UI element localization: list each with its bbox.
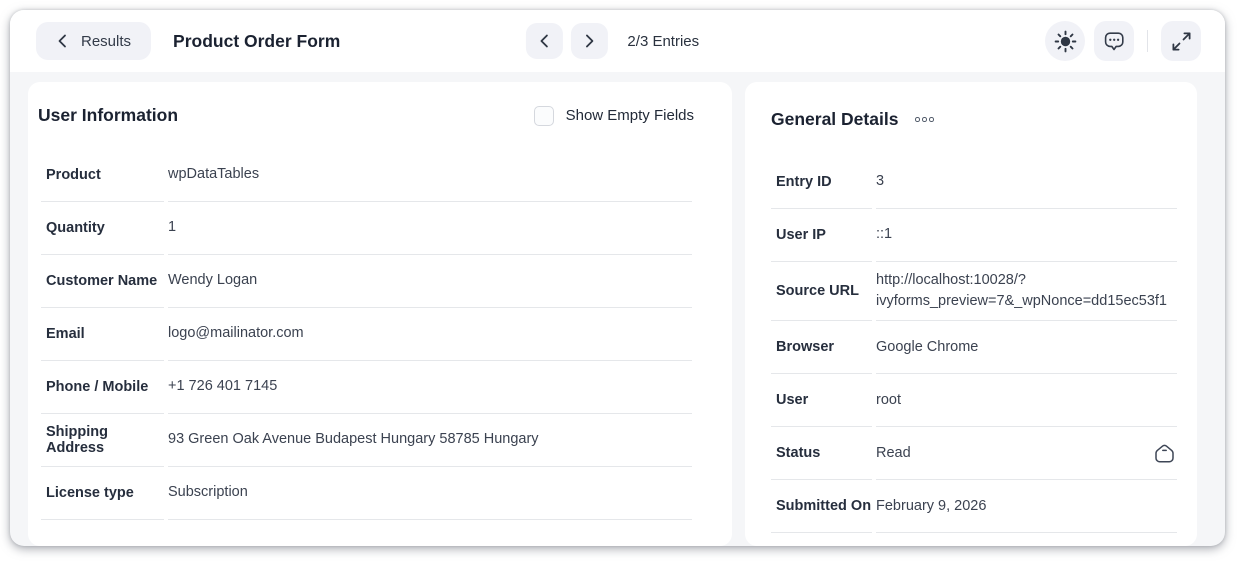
field-value: logo@mailinator.com xyxy=(168,325,304,342)
field-row: Product wpDataTables xyxy=(41,149,692,202)
user-information-rows: Product wpDataTables Quantity 1 Customer… xyxy=(28,149,732,520)
field-value-cell: Read xyxy=(876,427,1177,481)
previous-entry-button[interactable] xyxy=(525,23,563,59)
entries-counter: 2/3 Entries xyxy=(627,32,700,50)
toolbar-divider xyxy=(1147,30,1148,52)
field-row: Shipping Address 93 Green Oak Avenue Bud… xyxy=(41,414,692,467)
field-row: License type Subscription xyxy=(41,467,692,520)
field-row: Submitted On February 9, 2026 xyxy=(771,480,1177,534)
field-value-cell: 1 xyxy=(168,202,692,255)
field-value: 1 xyxy=(168,219,177,236)
top-bar: Results Product Order Form 2/3 Entries xyxy=(10,10,1225,72)
field-row: Phone / Mobile +1 726 401 7145 xyxy=(41,361,692,414)
field-label: User IP xyxy=(771,209,872,262)
back-to-results-button[interactable]: Results xyxy=(36,22,152,60)
field-value-cell: root xyxy=(876,374,1177,428)
general-details-rows: Entry ID 3 User IP::1 Source URL http:/… xyxy=(745,156,1197,534)
field-label: Email xyxy=(41,308,164,361)
general-details-title: General Details xyxy=(771,109,899,129)
field-label: Customer Name xyxy=(41,255,164,308)
field-value: root xyxy=(876,391,901,408)
field-value: 93 Green Oak Avenue Budapest Hungary 587… xyxy=(168,431,539,448)
field-value-cell: 93 Green Oak Avenue Budapest Hungary 587… xyxy=(168,414,692,467)
field-row: Entry ID 3 xyxy=(771,156,1177,209)
field-label: License type xyxy=(41,467,164,520)
show-empty-fields-toggle[interactable]: Show Empty Fields xyxy=(533,105,694,126)
field-label: Source URL xyxy=(771,262,872,322)
field-row: Browser Google Chrome xyxy=(771,321,1177,375)
field-label: Product xyxy=(41,149,164,202)
user-information-header: User Information Show Empty Fields xyxy=(28,82,732,132)
content-area: User Information Show Empty Fields Produ… xyxy=(10,72,1225,546)
field-value: 3 xyxy=(876,173,885,190)
field-value-cell: February 9, 2026 xyxy=(876,480,1177,534)
chevron-left-icon xyxy=(56,34,69,48)
field-row: Quantity 1 xyxy=(41,202,692,255)
back-button-label: Results xyxy=(81,32,132,50)
field-label: Entry ID xyxy=(771,156,872,209)
field-row: User IP ::1 xyxy=(771,209,1177,262)
chevron-left-icon xyxy=(537,34,550,48)
dots-menu-icon[interactable] xyxy=(913,115,936,124)
chevron-right-icon xyxy=(582,34,595,48)
field-label: Browser xyxy=(771,321,872,375)
field-value: wpDataTables xyxy=(168,166,260,183)
field-value-cell: Wendy Logan xyxy=(168,255,692,308)
user-information-title: User Information xyxy=(38,105,179,125)
field-value: Read xyxy=(876,444,911,461)
field-row: Source URL http://localhost:10028/?ivyfo… xyxy=(771,262,1177,322)
field-value-cell: wpDataTables xyxy=(168,149,692,202)
field-value-cell: +1 726 401 7145 xyxy=(168,361,692,414)
mail-open-icon[interactable] xyxy=(1152,441,1177,466)
field-value-cell: Google Chrome xyxy=(876,321,1177,375)
field-value: ::1 xyxy=(876,226,893,243)
field-value-cell: http://localhost:10028/?ivyforms_preview… xyxy=(876,262,1177,322)
user-information-panel: User Information Show Empty Fields Produ… xyxy=(28,82,732,546)
field-row: Customer Name Wendy Logan xyxy=(41,255,692,308)
field-label: Phone / Mobile xyxy=(41,361,164,414)
next-entry-button[interactable] xyxy=(570,23,608,59)
field-label: Status xyxy=(771,427,872,481)
entry-viewer-window: Results Product Order Form 2/3 Entries U… xyxy=(10,10,1225,546)
field-row: User root xyxy=(771,374,1177,428)
field-label: User xyxy=(771,374,872,428)
field-label: Submitted On xyxy=(771,480,872,534)
field-row: Status Read xyxy=(771,427,1177,481)
show-empty-fields-checkbox[interactable] xyxy=(533,105,554,126)
field-value-cell: logo@mailinator.com xyxy=(168,308,692,361)
general-details-header: General Details xyxy=(745,82,1197,136)
field-value-cell: ::1 xyxy=(876,209,1177,262)
page-title: Product Order Form xyxy=(173,30,341,51)
expand-arrows-icon xyxy=(1171,31,1192,52)
field-value-cell: 3 xyxy=(876,156,1177,209)
sun-icon xyxy=(1054,30,1077,53)
field-row: Email logo@mailinator.com xyxy=(41,308,692,361)
field-value: +1 726 401 7145 xyxy=(168,378,278,395)
entry-pagination: 2/3 Entries xyxy=(525,23,699,59)
general-details-panel: General Details Entry ID 3 User IP::1 S… xyxy=(745,82,1197,546)
field-value: Wendy Logan xyxy=(168,272,258,289)
field-value: February 9, 2026 xyxy=(876,497,987,514)
field-value: Subscription xyxy=(168,484,248,501)
field-value: Google Chrome xyxy=(876,338,979,355)
field-label: Shipping Address xyxy=(41,414,164,467)
show-empty-fields-label: Show Empty Fields xyxy=(565,107,694,124)
notes-button[interactable] xyxy=(1094,21,1134,61)
field-value: http://localhost:10028/?ivyforms_preview… xyxy=(876,272,1167,310)
field-value-cell: Subscription xyxy=(168,467,692,520)
top-bar-actions xyxy=(1045,21,1201,61)
comment-dots-icon xyxy=(1102,29,1126,53)
fullscreen-button[interactable] xyxy=(1161,21,1201,61)
field-label: Quantity xyxy=(41,202,164,255)
brightness-toggle-button[interactable] xyxy=(1045,21,1085,61)
